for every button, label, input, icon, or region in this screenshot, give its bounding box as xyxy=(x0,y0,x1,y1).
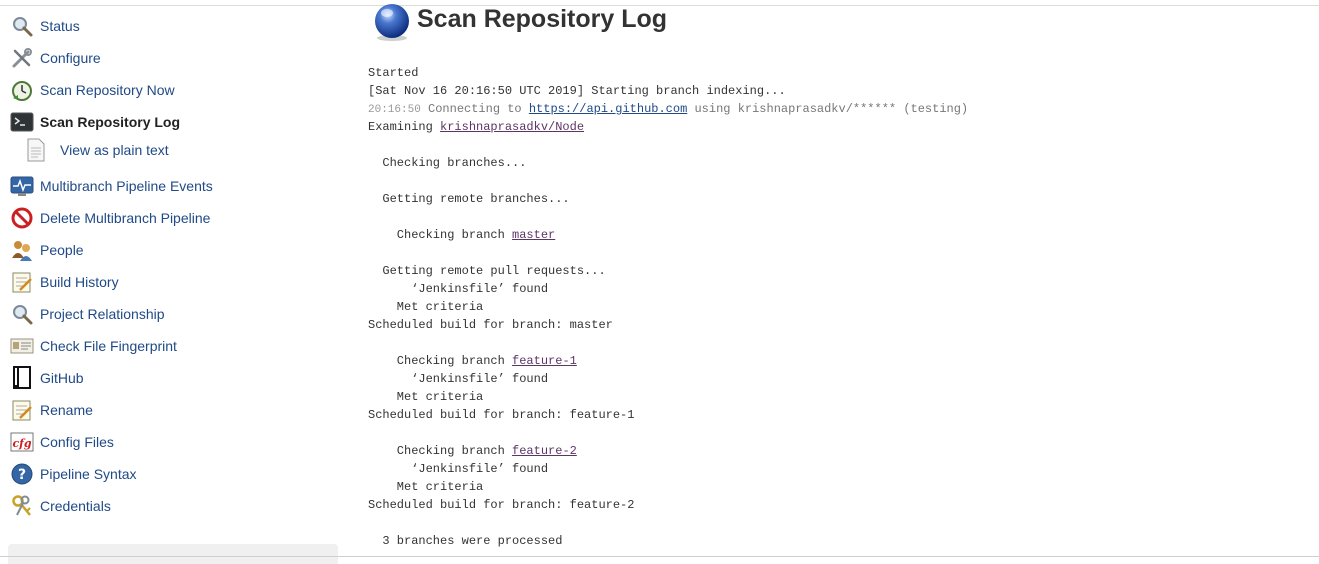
page-title: Scan Repository Log xyxy=(417,5,668,33)
log-line: Met criteria xyxy=(368,300,484,314)
keys-icon xyxy=(10,494,34,518)
log-timestamp: 20:16:50 xyxy=(368,104,421,116)
log-line: Getting remote pull requests... xyxy=(368,264,606,278)
sidebar-item-credentials[interactable]: Credentials xyxy=(10,494,111,518)
sidebar-item-label: Multibranch Pipeline Events xyxy=(40,178,213,194)
log-blank-line xyxy=(368,334,1308,352)
log-blank-line xyxy=(368,514,1308,532)
sidebar-item-build-history[interactable]: Build History xyxy=(10,270,119,294)
log-line: Scheduled build for branch: master xyxy=(368,318,613,332)
notepad-icon xyxy=(10,398,34,422)
log-text: Checking branch xyxy=(368,354,513,368)
sidebar-item-pipeline-syntax[interactable]: ? Pipeline Syntax xyxy=(10,462,137,486)
sidebar-item-multibranch-pipeline-events[interactable]: Multibranch Pipeline Events xyxy=(10,174,213,198)
branch-link-master[interactable]: master xyxy=(512,228,555,242)
log-text: Connecting to xyxy=(420,102,529,116)
log-line: ‘Jenkinsfile’ found xyxy=(368,462,549,476)
sidebar-item-label: Delete Multibranch Pipeline xyxy=(40,210,211,226)
sidebar-item-rename[interactable]: Rename xyxy=(10,398,93,422)
svg-text:?: ? xyxy=(18,467,26,483)
sidebar-item-label: People xyxy=(40,242,84,258)
sidebar-item-github[interactable]: GitHub xyxy=(10,366,84,390)
log-line: Met criteria xyxy=(368,480,484,494)
wrench-screwdriver-icon xyxy=(10,46,34,70)
console-log: Started [Sat Nov 16 20:16:50 UTC 2019] S… xyxy=(368,64,1308,550)
log-line: 20:16:50 Connecting to https://api.githu… xyxy=(368,100,1308,118)
sidebar-item-people[interactable]: People xyxy=(10,238,84,262)
sidebar-item-status[interactable]: Status xyxy=(10,14,80,38)
sidebar-item-label: GitHub xyxy=(40,370,84,386)
sidebar-item-label: Scan Repository Now xyxy=(40,82,175,98)
log-blank-line xyxy=(368,244,1308,262)
github-api-link[interactable]: https://api.github.com xyxy=(529,102,687,116)
magnifier-icon xyxy=(10,14,34,38)
sidebar-item-scan-repository-log[interactable]: Scan Repository Log xyxy=(10,110,180,134)
sidebar-item-label: View as plain text xyxy=(60,142,169,158)
sidebar-item-configure[interactable]: Configure xyxy=(10,46,101,70)
magnifier-icon xyxy=(10,302,34,326)
help-icon: ? xyxy=(10,462,34,486)
log-line: 3 branches were processed xyxy=(368,534,563,548)
log-blank-line xyxy=(368,172,1308,190)
sidebar-item-delete-multibranch-pipeline[interactable]: Delete Multibranch Pipeline xyxy=(10,206,210,230)
log-line: ‘Jenkinsfile’ found xyxy=(368,282,549,296)
sidebar-item-label: Pipeline Syntax xyxy=(40,466,137,482)
sidebar-item-view-as-plain-text[interactable]: View as plain text xyxy=(26,138,169,162)
log-blank-line xyxy=(368,424,1308,442)
id-card-icon xyxy=(10,334,34,358)
log-blank-line xyxy=(368,136,1308,154)
sidebar-item-label: Config Files xyxy=(40,434,114,450)
blue-ball-icon xyxy=(372,2,412,42)
log-line: Checking branches... xyxy=(368,156,527,170)
sidebar: Status Configure Scan Repository Now Sca… xyxy=(0,0,345,564)
log-line: Scheduled build for branch: feature-1 xyxy=(368,408,635,422)
log-line: Started xyxy=(368,66,419,80)
log-line: ‘Jenkinsfile’ found xyxy=(368,372,549,386)
bottom-divider xyxy=(0,556,1319,557)
branch-link-feature-1[interactable]: feature-1 xyxy=(512,354,577,368)
terminal-icon xyxy=(10,110,34,134)
log-line: Checking branch feature-1 xyxy=(368,352,1308,370)
log-line: Scheduled build for branch: feature-2 xyxy=(368,498,635,512)
monitor-pulse-icon xyxy=(10,174,34,198)
book-icon xyxy=(10,366,34,390)
sidebar-item-label: Rename xyxy=(40,402,93,418)
log-line: Checking branch feature-2 xyxy=(368,442,1308,460)
sidebar-item-label: Project Relationship xyxy=(40,306,165,322)
sidebar-item-label: Configure xyxy=(40,50,101,66)
log-text: Examining xyxy=(368,120,441,134)
sidebar-item-label: Check File Fingerprint xyxy=(40,338,177,354)
svg-text:cfg: cfg xyxy=(12,437,31,450)
sidebar-item-check-file-fingerprint[interactable]: Check File Fingerprint xyxy=(10,334,177,358)
log-blank-line xyxy=(368,208,1308,226)
people-icon xyxy=(10,238,34,262)
sidebar-item-label: Build History xyxy=(40,274,119,290)
log-text: Checking branch xyxy=(368,228,513,242)
sidebar-item-label: Scan Repository Log xyxy=(40,114,181,130)
log-text: Checking branch xyxy=(368,444,513,458)
clock-refresh-icon xyxy=(10,78,34,102)
log-line: Met criteria xyxy=(368,390,484,404)
sidebar-item-project-relationship[interactable]: Project Relationship xyxy=(10,302,165,326)
sidebar-item-label: Credentials xyxy=(40,498,111,514)
branch-link-feature-2[interactable]: feature-2 xyxy=(512,444,577,458)
repository-link[interactable]: krishnaprasadkv/Node xyxy=(440,120,584,134)
cfg-icon: cfg xyxy=(10,430,34,454)
log-line: Checking branch master xyxy=(368,226,1308,244)
log-text: using krishnaprasadkv/****** (testing) xyxy=(687,102,969,116)
sidebar-item-label: Status xyxy=(40,18,80,34)
sidebar-item-config-files[interactable]: cfg Config Files xyxy=(10,430,114,454)
log-line: Examining krishnaprasadkv/Node xyxy=(368,118,1308,136)
log-line: [Sat Nov 16 20:16:50 UTC 2019] Starting … xyxy=(368,84,786,98)
no-entry-icon xyxy=(10,206,34,230)
log-line: Getting remote branches... xyxy=(368,192,570,206)
notepad-icon xyxy=(10,270,34,294)
sidebar-item-scan-repository-now[interactable]: Scan Repository Now xyxy=(10,78,175,102)
document-icon xyxy=(26,138,50,162)
sidebar-panel xyxy=(8,544,338,564)
